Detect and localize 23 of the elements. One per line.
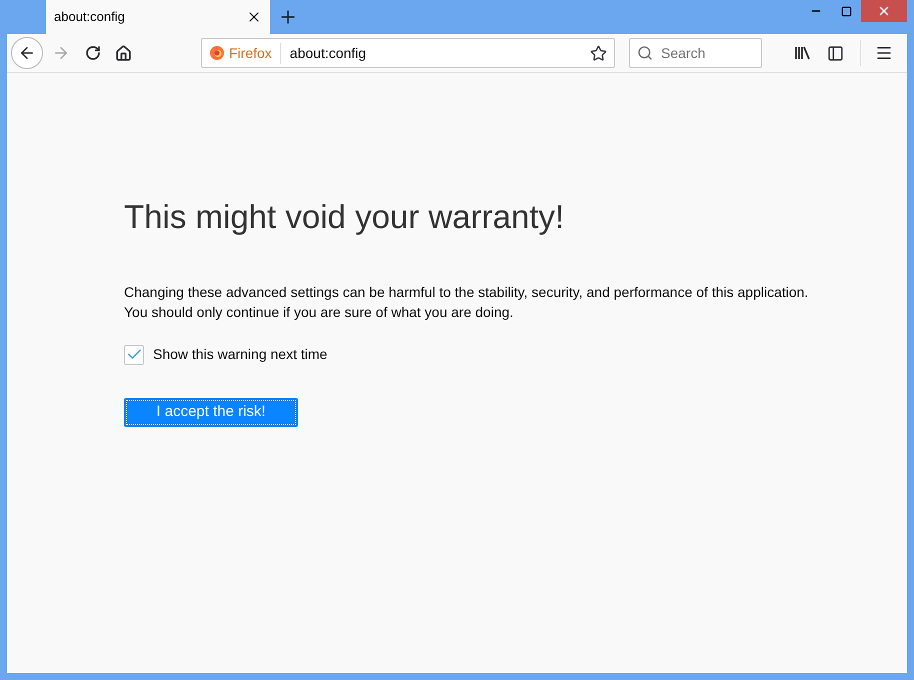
library-icon[interactable] <box>794 45 811 61</box>
home-icon[interactable] <box>115 44 132 62</box>
search-icon <box>637 45 653 61</box>
warning-text: Changing these advanced settings can be harmful to the stability, security, and performance of this application. <box>124 283 808 302</box>
address-bar[interactable]: Firefox about:config <box>201 38 615 68</box>
browser-logo-icon <box>209 45 225 61</box>
browser-tab[interactable]: about:config <box>46 0 270 34</box>
menu-icon[interactable] <box>875 44 893 62</box>
warning-checkbox[interactable]: Show this warning next time <box>124 344 328 365</box>
search-field[interactable]: Search <box>629 38 762 68</box>
close-window-button[interactable] <box>861 0 907 22</box>
bookmark-star-icon[interactable] <box>590 44 607 62</box>
identity-label: Firefox <box>229 42 281 64</box>
url-text: about:config <box>290 44 368 63</box>
warning-heading: This might void your warranty! <box>124 197 564 237</box>
maximize-icon[interactable] <box>840 6 852 16</box>
sidebar-icon[interactable] <box>827 44 844 62</box>
checkbox[interactable] <box>124 344 144 364</box>
close-icon <box>877 4 891 18</box>
back-button[interactable] <box>11 37 43 69</box>
accept-risk-button[interactable]: I accept the risk! <box>124 398 298 427</box>
warning-text: You should only continue if you are sure of what you are doing. <box>124 303 514 322</box>
reload-icon[interactable] <box>85 45 101 61</box>
